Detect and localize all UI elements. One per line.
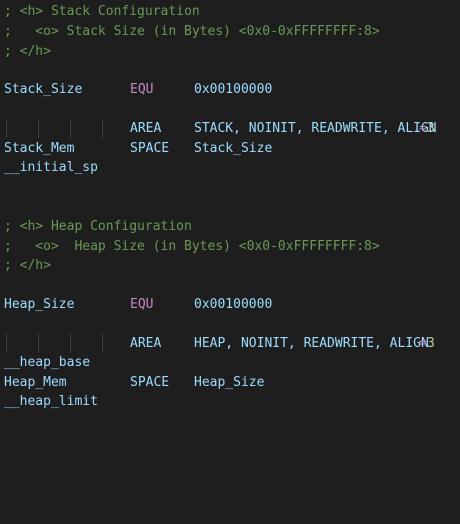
code-line: __initial_sp — [0, 158, 98, 177]
equ-directive: EQU — [130, 82, 154, 97]
indent-guide — [102, 119, 103, 138]
area-equals: = — [419, 336, 427, 351]
area-equals: = — [419, 121, 427, 136]
comment-heap-close: ; </h> — [4, 258, 51, 273]
initial-sp-label: __initial_sp — [4, 160, 98, 175]
code-line: ; </h> — [0, 42, 51, 61]
indent-guide — [38, 119, 39, 138]
code-line: Heap_Mem SPACE Heap_Size — [0, 373, 264, 392]
heap-size-label: Heap_Size — [4, 297, 75, 312]
code-line: AREA HEAP, NOINIT, READWRITE, ALIGN = 3 — [0, 334, 460, 353]
stack-size-label: Stack_Size — [4, 82, 83, 97]
space-directive: SPACE — [130, 375, 170, 390]
code-line: __heap_base — [0, 353, 90, 372]
space-directive: SPACE — [130, 141, 170, 156]
heap-size-value: 0x00100000 — [194, 297, 273, 312]
stack-mem-label: Stack_Mem — [4, 141, 75, 156]
code-line: Stack_Mem SPACE Stack_Size — [0, 139, 272, 158]
area-directive: AREA — [130, 336, 162, 351]
comment-stack-size-option: ; <o> Stack Size (in Bytes) <0x0-0xFFFFF… — [4, 24, 380, 39]
heap-mem-value: Heap_Size — [194, 375, 265, 390]
code-line: Stack_Size EQU 0x00100000 — [0, 80, 272, 99]
heap-area-args: HEAP, NOINIT, READWRITE, ALIGN — [194, 336, 429, 351]
area-directive: AREA — [130, 121, 162, 136]
area-align-number: 3 — [427, 121, 435, 136]
indent-guide — [38, 334, 39, 353]
comment-stack-close: ; </h> — [4, 44, 51, 59]
comment-heap-header: ; <h> Heap Configuration — [4, 219, 192, 234]
code-editor[interactable]: ; <h> Stack Configuration ; <o> Stack Si… — [0, 0, 460, 414]
indent-guide — [70, 334, 71, 353]
code-line: Heap_Size EQU 0x00100000 — [0, 295, 272, 314]
code-line: ; <h> Stack Configuration — [0, 2, 200, 21]
indent-guide — [70, 119, 71, 138]
stack-area-args: STACK, NOINIT, READWRITE, ALIGN — [194, 121, 437, 136]
indent-guide — [6, 334, 7, 353]
comment-heap-size-option: ; <o> Heap Size (in Bytes) <0x0-0xFFFFFF… — [4, 239, 380, 254]
comment-stack-header: ; <h> Stack Configuration — [4, 4, 200, 19]
equ-directive: EQU — [130, 297, 154, 312]
code-line: ; </h> — [0, 256, 51, 275]
area-align-number: 3 — [427, 336, 435, 351]
stack-size-value: 0x00100000 — [194, 82, 273, 97]
code-line: ; <o> Stack Size (in Bytes) <0x0-0xFFFFF… — [0, 22, 380, 41]
stack-mem-value: Stack_Size — [194, 141, 273, 156]
code-line: ; <h> Heap Configuration — [0, 217, 192, 236]
code-line: __heap_limit — [0, 392, 98, 411]
code-line: ; <o> Heap Size (in Bytes) <0x0-0xFFFFFF… — [0, 237, 380, 256]
code-line: AREA STACK, NOINIT, READWRITE, ALIGN = 3 — [0, 119, 460, 138]
heap-mem-label: Heap_Mem — [4, 375, 67, 390]
indent-guide — [102, 334, 103, 353]
heap-base-label: __heap_base — [4, 355, 91, 370]
heap-limit-label: __heap_limit — [4, 394, 98, 409]
indent-guide — [6, 119, 7, 138]
